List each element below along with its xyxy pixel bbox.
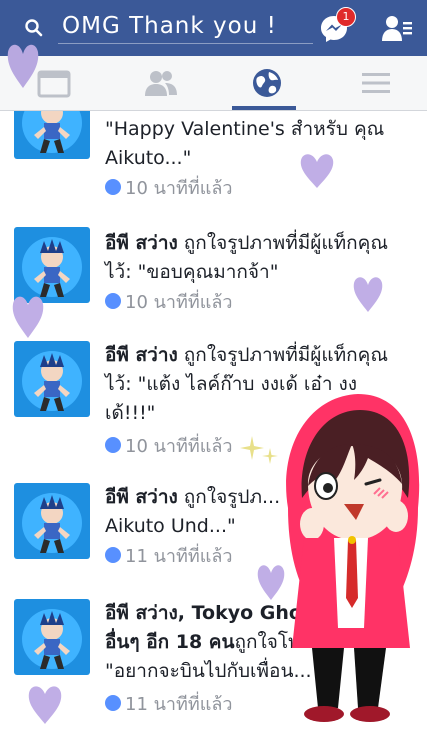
tab-bar bbox=[0, 56, 427, 111]
heart-doodle bbox=[28, 686, 62, 724]
like-icon bbox=[105, 695, 121, 711]
actor-name: อีพี สว่าง bbox=[105, 232, 178, 254]
heart-doodle bbox=[300, 154, 334, 188]
search-underline bbox=[58, 43, 313, 44]
like-icon bbox=[105, 437, 121, 453]
heart-doodle bbox=[353, 277, 383, 312]
active-tab-indicator bbox=[232, 106, 296, 110]
heart-doodle bbox=[12, 296, 44, 338]
tab-notifications[interactable] bbox=[249, 66, 285, 100]
globe-icon bbox=[253, 69, 281, 97]
tab-friends[interactable] bbox=[143, 66, 179, 100]
avatar bbox=[14, 111, 90, 159]
avatar bbox=[14, 483, 90, 559]
character-illustration bbox=[286, 394, 420, 722]
menu-icon bbox=[362, 73, 390, 93]
actor-name: อีพี สว่าง bbox=[105, 344, 178, 366]
avatar bbox=[14, 599, 90, 675]
search-input[interactable]: OMG Thank you ! bbox=[62, 13, 277, 39]
heart-doodle bbox=[7, 44, 39, 88]
like-icon bbox=[105, 547, 121, 563]
actor-name: อีพี สว่าง bbox=[105, 486, 178, 508]
notification-time: 10 นาทีที่แล้ว bbox=[105, 177, 233, 201]
avatar bbox=[14, 341, 90, 417]
search-bar[interactable]: OMG Thank you ! bbox=[14, 10, 313, 46]
friend-requests-icon[interactable] bbox=[381, 14, 413, 42]
notification-time: 10 นาทีที่แล้ว bbox=[105, 435, 233, 459]
notification-time: 10 นาทีที่แล้ว bbox=[105, 291, 233, 315]
tab-more[interactable] bbox=[358, 66, 394, 100]
notification-time: 11 นาทีที่แล้ว bbox=[105, 693, 233, 717]
messenger-badge: 1 bbox=[336, 7, 356, 27]
top-bar: OMG Thank you ! 1 bbox=[0, 0, 427, 56]
like-icon bbox=[105, 179, 121, 195]
notification-time: 11 นาทีที่แล้ว bbox=[105, 545, 233, 569]
notification-item[interactable]: "Happy Valentine's สำหรับ คุณ Aikuto..."… bbox=[0, 111, 427, 211]
like-icon bbox=[105, 293, 121, 309]
friends-icon bbox=[145, 71, 177, 96]
search-icon bbox=[25, 19, 43, 37]
notification-text: "Happy Valentine's สำหรับ คุณ Aikuto..." bbox=[105, 118, 385, 169]
